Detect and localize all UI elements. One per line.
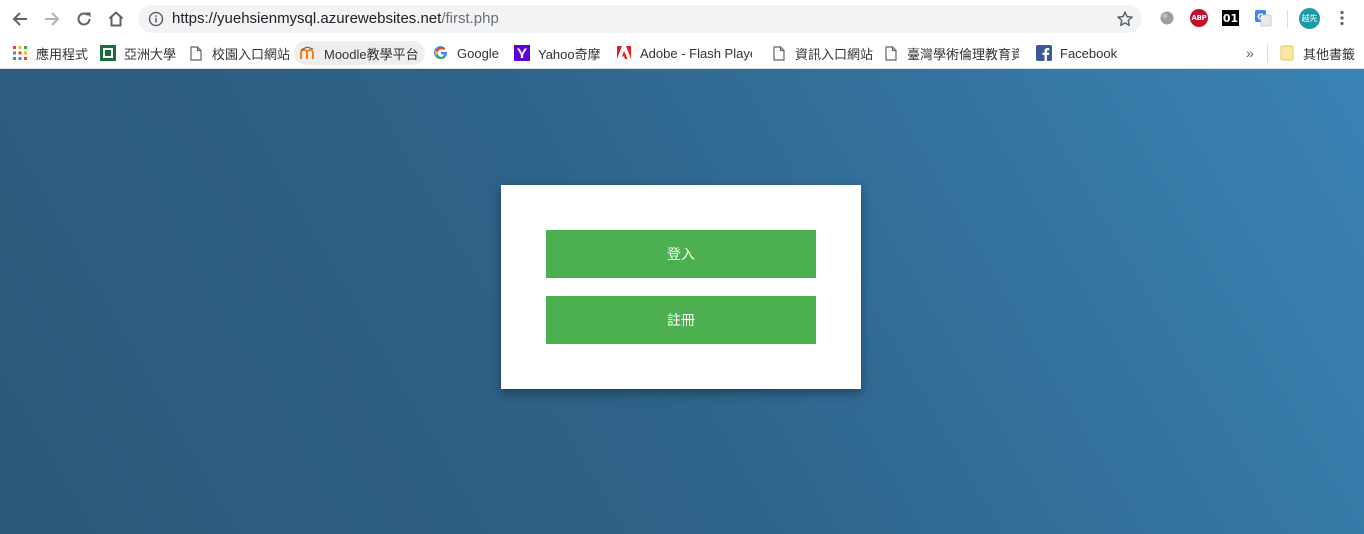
bookmark-label: 其他書籤 — [1303, 46, 1356, 62]
address-bar[interactable]: https://yuehsienmysql.azurewebsites.net/… — [138, 5, 1142, 33]
auth-card: 登入 註冊 — [501, 185, 861, 389]
bookmarks-divider — [1267, 44, 1268, 62]
bookmark-label: Yahoo奇摩 — [538, 46, 601, 62]
translate-icon: G — [1255, 10, 1272, 27]
url-text[interactable]: https://yuehsienmysql.azurewebsites.net/… — [172, 10, 499, 28]
bookmarks-bar: 應用程式 亞洲大學 校園入口網站 Moodle教學平台 Google Yahoo… — [0, 38, 1364, 69]
arrow-left-icon — [12, 12, 27, 26]
reload-icon — [77, 12, 91, 26]
facebook-icon — [1036, 45, 1052, 61]
adblock-plus-label: ABP — [1191, 14, 1207, 22]
page-icon — [771, 45, 787, 61]
folder-icon — [1279, 45, 1295, 61]
bookmark-label: 應用程式 — [36, 46, 89, 62]
bookmark-label: Google — [457, 45, 499, 61]
google-icon — [433, 45, 449, 61]
bookmark-asia-university[interactable]: 亞洲大學 — [100, 41, 176, 65]
yahoo-icon — [514, 45, 530, 61]
info-icon[interactable] — [148, 11, 164, 27]
home-button[interactable] — [103, 6, 129, 32]
bookmark-adobe[interactable]: Adobe - Flash Playe — [616, 41, 752, 65]
bookmark-academic-ethics[interactable]: 臺灣學術倫理教育資 — [883, 41, 1019, 65]
bookmark-label: Moodle教學平台 — [324, 46, 419, 62]
bookmarks-overflow-button[interactable]: » — [1246, 41, 1254, 65]
more-menu-icon[interactable] — [1334, 9, 1350, 27]
register-button[interactable]: 註冊 — [546, 296, 816, 344]
adblock-plus-button[interactable]: ABP — [1190, 9, 1208, 27]
bookmark-google[interactable]: Google — [433, 41, 499, 65]
url-host: https://yuehsienmysql.azurewebsites.net — [172, 10, 442, 27]
google-translate-button[interactable]: G — [1254, 9, 1272, 27]
login-button[interactable]: 登入 — [546, 230, 816, 278]
forward-button[interactable] — [39, 6, 65, 32]
bookmark-campus-portal[interactable]: 校園入口網站 — [188, 41, 290, 65]
bookmark-label: Facebook — [1060, 45, 1118, 61]
apps-grid-icon — [12, 45, 28, 61]
bookmark-moodle[interactable]: Moodle教學平台 — [294, 41, 425, 65]
page-icon — [188, 45, 204, 61]
browser-window: https://yuehsienmysql.azurewebsites.net/… — [0, 0, 1364, 534]
extension-01-button[interactable]: 01 — [1222, 10, 1239, 26]
url-path: /first.php — [441, 10, 499, 27]
bookmark-label: 校園入口網站 — [212, 46, 291, 62]
moodle-icon — [300, 45, 316, 61]
bookmark-label: Adobe - Flash Playe — [640, 45, 752, 61]
bookmark-apps[interactable]: 應用程式 — [12, 41, 88, 65]
bookmark-label: 資訊入口網站 — [795, 46, 874, 62]
bookmark-yahoo[interactable]: Yahoo奇摩 — [514, 41, 601, 65]
asia-university-icon — [100, 45, 116, 61]
bookmark-info-portal[interactable]: 資訊入口網站 — [771, 41, 873, 65]
bookmark-label-wrap: 臺灣學術倫理教育資 — [907, 44, 1019, 63]
globe-icon — [1160, 11, 1174, 25]
toolbar-divider — [1287, 10, 1288, 28]
extension-01-label: 01 — [1222, 11, 1239, 25]
extension-globe-button[interactable] — [1158, 9, 1176, 27]
reload-button[interactable] — [71, 6, 97, 32]
chevron-double-right-icon: » — [1246, 45, 1254, 61]
bookmark-label: 臺灣學術倫理教育資 — [907, 46, 1019, 62]
bookmark-other-bookmarks[interactable]: 其他書籤 — [1279, 41, 1355, 65]
browser-toolbar: https://yuehsienmysql.azurewebsites.net/… — [0, 0, 1364, 38]
page-background: 登入 註冊 — [0, 69, 1364, 534]
page-icon — [883, 45, 899, 61]
arrow-right-icon — [45, 12, 60, 26]
bookmark-label: 亞洲大學 — [124, 46, 177, 62]
profile-avatar[interactable]: 越先 — [1299, 8, 1320, 29]
adobe-icon — [616, 45, 632, 61]
svg-text:G: G — [1257, 13, 1264, 22]
avatar-text: 越先 — [1301, 14, 1318, 23]
home-icon — [108, 11, 124, 27]
star-icon[interactable] — [1116, 10, 1134, 28]
bookmark-facebook[interactable]: Facebook — [1036, 41, 1117, 65]
bookmark-label-wrap: Adobe - Flash Playe — [640, 46, 752, 61]
back-button[interactable] — [7, 6, 33, 32]
